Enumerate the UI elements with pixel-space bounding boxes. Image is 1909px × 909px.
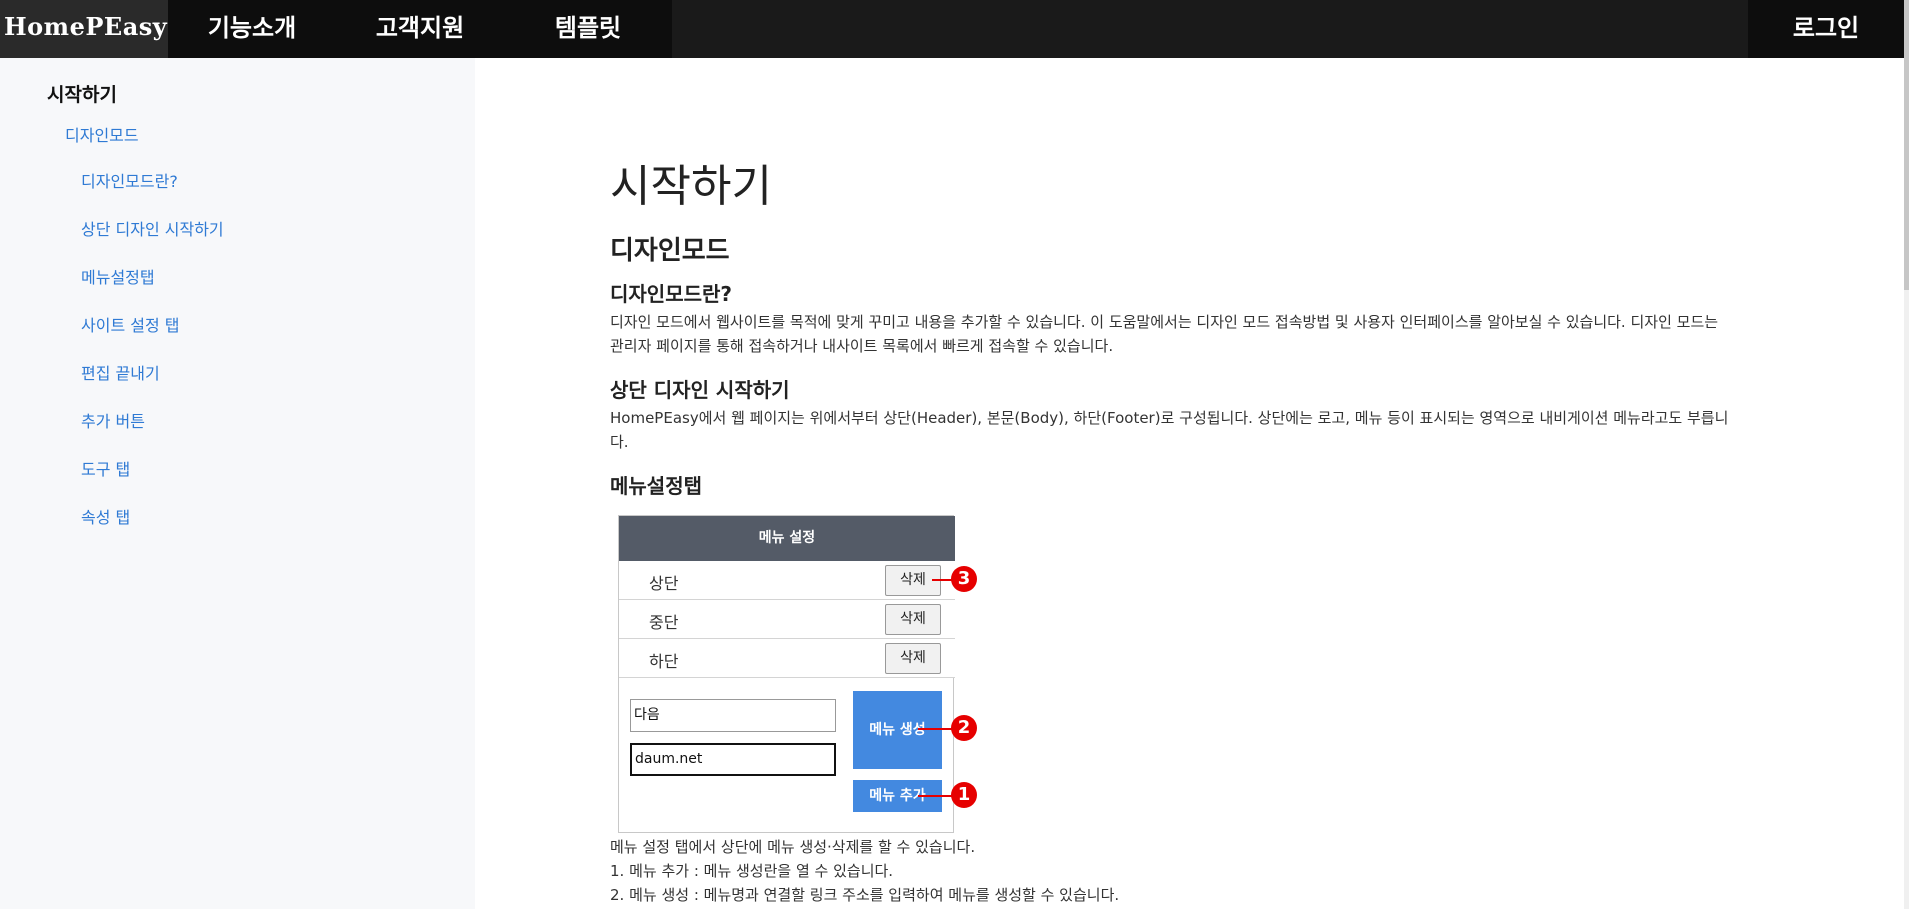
paragraph-design-mode: 디자인 모드에서 웹사이트를 목적에 맞게 꾸미고 내용을 추가할 수 있습니다…	[610, 313, 1719, 355]
subsection-title-design-mode: 디자인모드란?	[610, 282, 733, 306]
nav-templates[interactable]: 템플릿	[504, 0, 672, 58]
callout-line-1	[918, 795, 952, 797]
section-title: 디자인모드	[610, 236, 730, 266]
menu-settings-figure: 메뉴 설정 상단 삭제 중단 삭제 하단 삭제 다음 daum.net 메뉴 생…	[618, 515, 977, 833]
callout-3-icon: 3	[951, 566, 977, 592]
subsection-title-menu-settings: 메뉴설정탭	[610, 474, 702, 498]
figure-menu-name-input: 다음	[630, 699, 836, 732]
sidebar-item-menu-settings-tab[interactable]: 메뉴설정탭	[81, 264, 155, 288]
sidebar: 시작하기 디자인모드 디자인모드란? 상단 디자인 시작하기 메뉴설정탭 사이트…	[0, 58, 475, 909]
figure-panel: 메뉴 설정 상단 삭제 중단 삭제 하단 삭제 다음 daum.net 메뉴 생…	[618, 515, 955, 833]
figure-row-top: 상단 삭제	[619, 561, 955, 600]
page-scrollbar[interactable]	[1904, 0, 1909, 909]
sidebar-title[interactable]: 시작하기	[47, 80, 117, 107]
main-content: 시작하기 디자인모드 디자인모드란? 디자인 모드에서 웹사이트를 목적에 맞게…	[475, 58, 1904, 909]
nav-support[interactable]: 고객지원	[336, 0, 504, 58]
figure-create-menu-button: 메뉴 생성	[853, 691, 942, 769]
callout-line-3	[932, 579, 952, 581]
figure-row-label: 상단	[649, 574, 679, 593]
figure-row-middle: 중단 삭제	[619, 600, 955, 639]
paragraph-menu-settings-intro: 메뉴 설정 탭에서 상단에 메뉴 생성·삭제를 할 수 있습니다.	[610, 838, 976, 856]
sidebar-item-site-settings-tab[interactable]: 사이트 설정 탭	[81, 312, 180, 336]
figure-row-label: 하단	[649, 652, 679, 671]
callout-line-2	[918, 728, 952, 730]
figure-delete-button: 삭제	[885, 643, 941, 674]
callout-1-icon: 1	[951, 782, 977, 808]
subsection-title-header-design: 상단 디자인 시작하기	[610, 378, 790, 402]
scrollbar-thumb[interactable]	[1904, 0, 1909, 290]
page-title: 시작하기	[610, 161, 772, 212]
main-nav: 기능소개 고객지원 템플릿	[168, 0, 672, 58]
nav-features[interactable]: 기능소개	[168, 0, 336, 58]
site-logo[interactable]: HomePEasy	[0, 0, 168, 58]
figure-link-url-input: daum.net	[630, 743, 836, 776]
sidebar-item-properties-tab[interactable]: 속성 탭	[81, 504, 130, 528]
sidebar-section-design-mode[interactable]: 디자인모드	[65, 122, 139, 146]
paragraph-menu-add: 1. 메뉴 추가 : 메뉴 생성란을 열 수 있습니다.	[610, 862, 894, 880]
figure-header: 메뉴 설정	[619, 516, 955, 561]
figure-row-bottom: 하단 삭제	[619, 639, 955, 678]
sidebar-item-header-design[interactable]: 상단 디자인 시작하기	[81, 216, 224, 240]
sidebar-item-finish-editing[interactable]: 편집 끝내기	[81, 360, 160, 384]
paragraph-menu-create: 2. 메뉴 생성 : 메뉴명과 연결할 링크 주소를 입력하여 메뉴를 생성할 …	[610, 886, 1120, 904]
callout-2-icon: 2	[951, 715, 977, 741]
paragraph-header-design: HomePEasy에서 웹 페이지는 위에서부터 상단(Header), 본문(…	[610, 409, 1729, 451]
top-navbar: HomePEasy 기능소개 고객지원 템플릿 로그인	[0, 0, 1904, 58]
login-button[interactable]: 로그인	[1748, 0, 1904, 58]
sidebar-item-add-button[interactable]: 추가 버튼	[81, 408, 145, 432]
sidebar-item-what-is-design-mode[interactable]: 디자인모드란?	[81, 168, 178, 192]
sidebar-item-tools-tab[interactable]: 도구 탭	[81, 456, 130, 480]
figure-delete-button: 삭제	[885, 604, 941, 635]
figure-row-label: 중단	[649, 613, 679, 632]
